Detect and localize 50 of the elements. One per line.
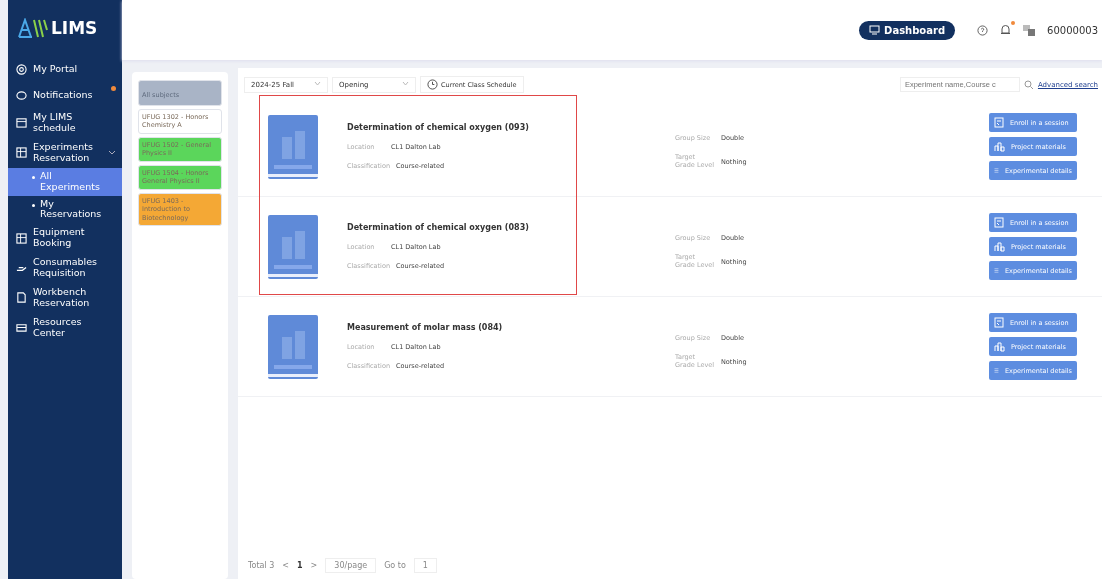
sidebar-item[interactable]: Consumables Requisition xyxy=(8,253,122,284)
goto-label: Go to xyxy=(384,561,406,570)
bell-icon[interactable] xyxy=(1000,24,1012,36)
goto-field[interactable]: 1 xyxy=(413,558,437,573)
list-icon xyxy=(994,166,999,175)
chat-bubble-icon xyxy=(16,89,27,101)
search-icon[interactable] xyxy=(1023,79,1034,90)
next-page-button[interactable]: > xyxy=(310,561,318,570)
at-sign-icon xyxy=(16,63,27,75)
page-number[interactable]: 1 xyxy=(297,561,303,570)
sidebar-subitem[interactable]: All Experiments xyxy=(8,167,122,196)
grid-icon xyxy=(16,147,27,159)
form-icon xyxy=(994,317,1004,328)
list-icon xyxy=(994,366,999,375)
clock-icon xyxy=(427,79,438,90)
book-cover-icon xyxy=(268,314,318,379)
help-icon[interactable] xyxy=(977,24,989,36)
calendar-icon xyxy=(16,117,27,129)
sidebar-item[interactable]: Workbench Reservation xyxy=(8,283,122,313)
bar-chart-icon xyxy=(994,241,1005,252)
brand-name: LIMS xyxy=(51,18,98,38)
bar-chart-icon xyxy=(994,341,1005,352)
sidebar-item[interactable]: Experiments Reservation xyxy=(8,137,122,168)
book-cover-icon xyxy=(268,114,318,179)
sidebar-item[interactable]: Notifications xyxy=(8,82,122,108)
logo-icon xyxy=(18,18,48,38)
tray-icon xyxy=(16,322,27,334)
chevron-icon xyxy=(314,80,321,86)
experiment-title[interactable]: Measurement of molar mass (084) xyxy=(347,323,675,332)
sidebar-item[interactable]: Equipment Booking xyxy=(8,223,122,254)
page-size-select[interactable]: 30/page xyxy=(325,558,377,573)
form-icon xyxy=(994,117,1004,128)
book-cover-icon xyxy=(268,214,318,279)
dashboard-button[interactable]: Dashboard xyxy=(859,20,956,40)
total-count: Total 3 xyxy=(248,561,275,570)
sidebar-subitem[interactable]: My Reservations xyxy=(8,195,122,224)
sidebar-item[interactable]: My Portal xyxy=(8,56,122,82)
monitor-icon xyxy=(869,25,881,35)
document-icon xyxy=(16,292,27,304)
user-id[interactable]: 60000003 xyxy=(1047,24,1098,36)
grid-icon xyxy=(16,232,27,244)
bar-chart-icon xyxy=(994,141,1005,152)
chevron-icon xyxy=(402,80,409,86)
sidebar-item[interactable]: My LIMS schedule xyxy=(8,108,122,138)
prev-page-button[interactable]: < xyxy=(282,561,290,570)
experiment-title[interactable]: Determination of chemical oxygen (083) xyxy=(347,223,675,232)
sidebar-item[interactable]: Resources Center xyxy=(8,312,122,343)
experiment-title[interactable]: Determination of chemical oxygen (093) xyxy=(347,123,675,132)
list-icon xyxy=(994,266,999,275)
form-icon xyxy=(994,217,1004,228)
